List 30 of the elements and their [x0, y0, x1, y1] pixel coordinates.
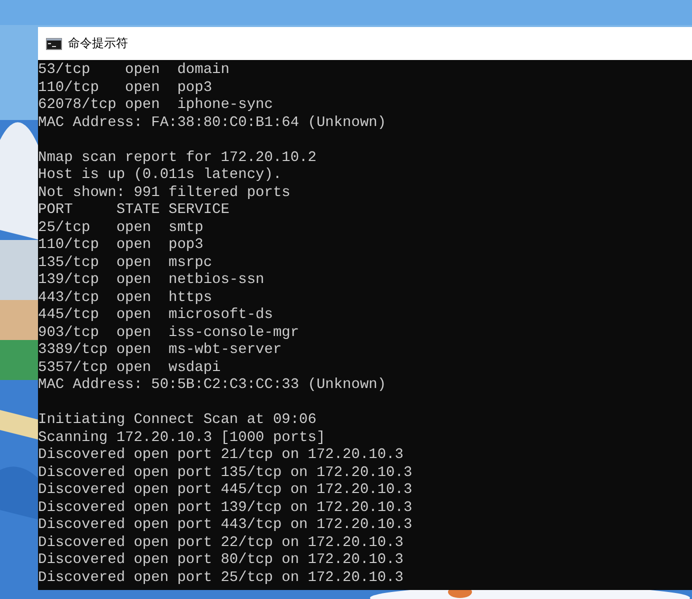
console-line: Discovered open port 21/tcp on 172.20.10.3 — [38, 447, 404, 464]
console-line: 110/tcp open pop3 — [38, 237, 204, 254]
console-line: 903/tcp open iss-console-mgr — [38, 324, 300, 342]
console-line: 135/tcp open msrpc — [38, 254, 212, 272]
console-line: Nmap scan report for 172.20.10.2 — [38, 150, 316, 167]
console-line: Discovered open port 25/tcp on 172.20.10.3 — [38, 570, 404, 587]
console-line: MAC Address: 50:5B:C2:C3:CC:33 (Unknown) — [38, 377, 386, 394]
console-line: Discovered open port 139/tcp on 172.20.10.3 — [38, 500, 412, 517]
terminal-icon — [46, 38, 62, 50]
console-line: 3389/tcp open ms-wbt-server — [38, 342, 282, 360]
console-line: Discovered open port 443/tcp on 172.20.10.3 — [38, 517, 412, 534]
console-line: Discovered open port 445/tcp on 172.20.10.3 — [38, 482, 412, 500]
console-line: 62078/tcp open iphone-sync — [38, 97, 273, 114]
console-line: Discovered open port 135/tcp on 172.20.10.3 — [38, 464, 412, 482]
console-line: MAC Address: FA:38:80:C0:B1:64 (Unknown) — [38, 114, 386, 132]
console-line: Not shown: 991 filtered ports — [38, 184, 290, 202]
console-line: 25/tcp open smtp — [38, 220, 204, 237]
console-line: 443/tcp open https — [38, 290, 212, 307]
console-line: 110/tcp open pop3 — [38, 80, 212, 97]
console-line: PORT STATE SERVICE — [38, 202, 230, 220]
console-line: Initiating Connect Scan at 09:06 — [38, 412, 316, 430]
console-line: 139/tcp open netbios-ssn — [38, 272, 264, 290]
window-title: 命令提示符 — [68, 35, 128, 52]
console-line: 445/tcp open microsoft-ds — [38, 307, 273, 324]
console-line: 5357/tcp open wsdapi — [38, 360, 221, 377]
console-line: Discovered open port 22/tcp on 172.20.10.3 — [38, 534, 404, 552]
console-line: Scanning 172.20.10.3 [1000 ports] — [38, 430, 326, 447]
console-line: 53/tcp open domain — [38, 62, 230, 80]
console-line: Discovered open port 80/tcp on 172.20.10.3 — [38, 552, 404, 570]
console-line: Host is up (0.011s latency). — [38, 167, 282, 184]
